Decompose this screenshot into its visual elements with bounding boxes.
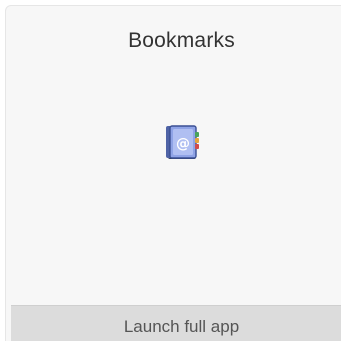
launch-full-app-label: Launch full app xyxy=(123,317,240,336)
app-title: Bookmarks xyxy=(128,29,235,52)
app-card: Bookmarks @ Launch full app xyxy=(5,5,341,341)
page: Bookmarks @ Launch full app xyxy=(0,0,341,341)
launch-full-app-button[interactable]: Launch full app xyxy=(11,305,341,341)
address-book-icon[interactable]: @ xyxy=(164,124,202,162)
svg-text:@: @ xyxy=(176,136,190,152)
